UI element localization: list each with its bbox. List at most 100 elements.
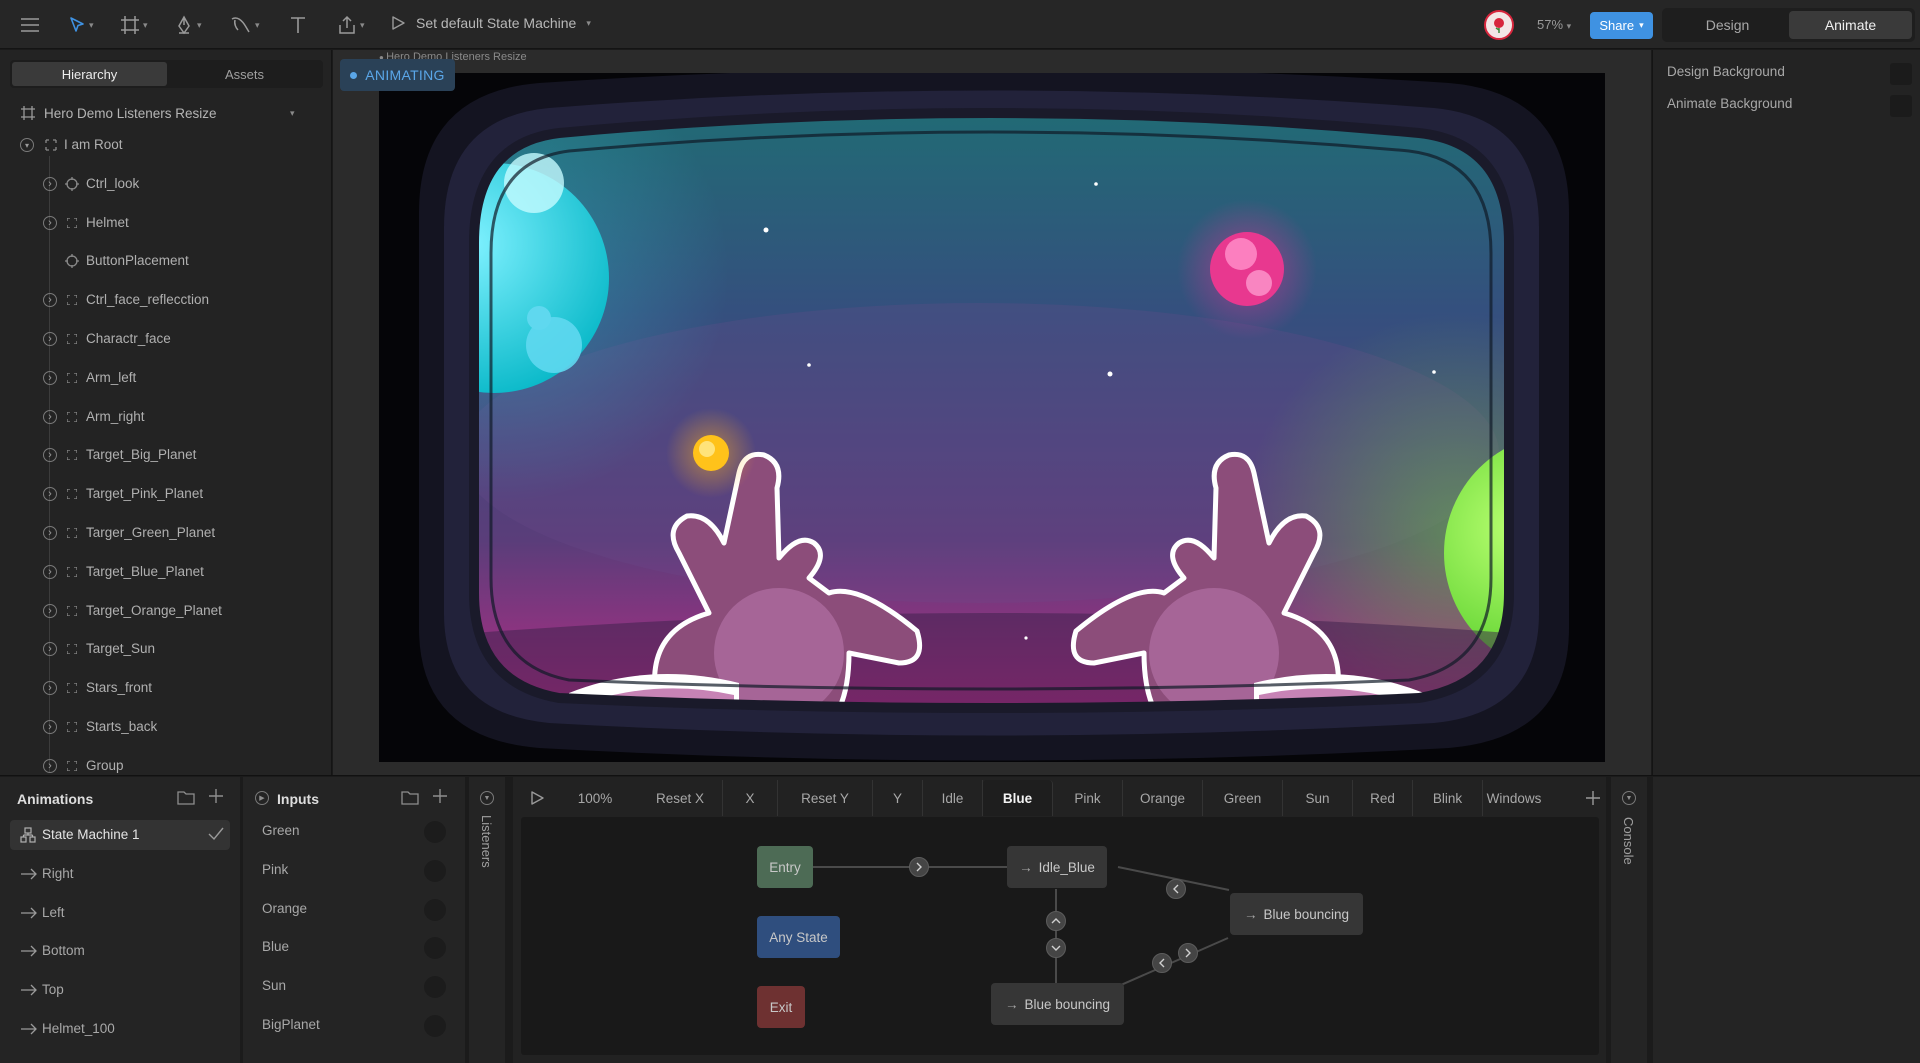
input-toggle[interactable] [424, 1015, 446, 1037]
input-toggle[interactable] [424, 898, 446, 921]
chevron-right-icon[interactable]: › [43, 448, 57, 463]
tree-item[interactable]: › Arm_left [0, 367, 330, 389]
add-layer-icon[interactable] [1585, 790, 1601, 806]
chevron-right-icon[interactable]: › [43, 642, 57, 657]
chevron-right-icon[interactable]: › [43, 293, 57, 308]
design-background-swatch[interactable] [1890, 63, 1912, 85]
input-toggle[interactable] [424, 859, 446, 882]
animation-item[interactable]: Left [10, 898, 230, 928]
animate-mode-tab[interactable]: Animate [1789, 11, 1912, 39]
tree-item[interactable]: › Target_Big_Planet [0, 444, 330, 466]
layer-tab[interactable]: Red [1353, 780, 1413, 816]
console-strip[interactable]: ▼ Console [1611, 777, 1647, 1063]
tree-item[interactable]: › Targer_Green_Planet [0, 522, 330, 544]
idle-blue-node[interactable]: → Idle_Blue [1007, 846, 1107, 888]
artboard[interactable] [379, 73, 1605, 762]
chevron-right-icon[interactable]: › [43, 409, 57, 424]
chevron-right-icon[interactable]: › [43, 526, 57, 540]
design-mode-tab[interactable]: Design [1666, 11, 1789, 39]
input-toggle[interactable] [424, 821, 446, 843]
tree-item[interactable]: › Ctrl_look [0, 173, 330, 195]
chevron-down-icon[interactable]: ▼ [480, 791, 494, 805]
layer-tab[interactable]: Idle [923, 780, 983, 816]
chevron-right-icon[interactable]: › [43, 603, 57, 618]
folder-icon[interactable] [401, 789, 419, 805]
artboard-tool-icon[interactable]: ▾ [120, 13, 148, 37]
chevron-right-icon[interactable]: › [43, 176, 57, 191]
tree-item[interactable]: › Starts_back [0, 716, 330, 738]
transition-up[interactable] [1046, 911, 1066, 931]
chevron-right-icon[interactable]: ▶ [255, 791, 269, 805]
tree-item[interactable]: › Arm_right [0, 406, 330, 428]
tree-item-root[interactable]: ▾ I am Root [0, 134, 330, 156]
entry-node[interactable]: Entry [757, 846, 813, 888]
chevron-left-icon [1173, 884, 1179, 894]
chevron-right-icon[interactable]: › [43, 215, 57, 230]
chevron-right-icon[interactable]: › [43, 370, 57, 385]
transition-bouncing-back-b[interactable] [1178, 943, 1198, 963]
export-icon[interactable]: ▾ [337, 13, 365, 37]
animation-item[interactable]: Top [10, 975, 230, 1005]
folder-icon[interactable] [177, 789, 195, 805]
transition-idle-bouncing[interactable] [1166, 879, 1186, 899]
tree-item[interactable]: › Stars_front [0, 677, 330, 699]
exit-node[interactable]: Exit [757, 986, 805, 1028]
add-icon[interactable] [432, 788, 448, 804]
chevron-right-icon[interactable]: › [43, 758, 57, 773]
layer-tab[interactable]: Windows [1483, 780, 1545, 816]
share-button[interactable]: Share ▾ [1590, 12, 1653, 39]
tree-item[interactable]: › Target_Orange_Planet [0, 600, 330, 622]
tree-item[interactable]: › Charactr_face [0, 328, 330, 350]
brush-tool-icon[interactable]: ▾ [230, 13, 260, 37]
transition-entry-idle[interactable] [909, 857, 929, 877]
layer-tab[interactable]: Sun [1283, 780, 1353, 816]
layer-tab[interactable]: Y [873, 780, 923, 816]
add-icon[interactable] [208, 788, 224, 804]
chevron-down-icon[interactable]: ▾ [20, 138, 34, 152]
menu-icon[interactable] [20, 13, 40, 37]
chevron-right-icon[interactable]: › [43, 332, 57, 346]
group-icon [65, 216, 79, 230]
tree-item[interactable]: › Helmet [0, 212, 330, 234]
transition-bouncing-back-a[interactable] [1152, 953, 1172, 973]
tree-item[interactable]: › Target_Pink_Planet [0, 483, 330, 505]
layer-tab[interactable]: X [723, 780, 778, 816]
layer-tab[interactable]: Pink [1053, 780, 1123, 816]
chevron-right-icon[interactable]: › [43, 681, 57, 696]
chevron-down-icon[interactable]: ▼ [1622, 791, 1636, 805]
animation-item[interactable]: Right [10, 859, 230, 889]
select-tool-icon[interactable]: ▾ [68, 13, 94, 37]
state-machine-item[interactable]: State Machine 1 [10, 820, 230, 850]
tree-item[interactable]: › Target_Blue_Planet [0, 561, 330, 583]
animation-item[interactable]: Helmet_100 [10, 1014, 230, 1044]
layer-tab[interactable]: Orange [1123, 780, 1203, 816]
layer-tab[interactable]: Blue [983, 780, 1053, 816]
blue-bouncing-node[interactable]: → Blue bouncing [1230, 893, 1363, 935]
state-machine-graph[interactable]: Entry Any State Exit → Idle_Blue → Blue … [521, 817, 1599, 1055]
pen-tool-icon[interactable]: ▾ [174, 13, 202, 37]
tree-item[interactable]: › Target_Sun [0, 638, 330, 660]
tree-item[interactable]: › Ctrl_face_reflecction [0, 289, 330, 311]
text-tool-icon[interactable] [288, 13, 308, 37]
chevron-right-icon[interactable]: › [43, 564, 57, 579]
layer-tab[interactable]: Reset X [638, 780, 723, 816]
play-icon[interactable] [529, 790, 545, 806]
listeners-strip[interactable]: ▼ Listeners [469, 777, 505, 1063]
tree-item[interactable]: › Group [0, 755, 330, 773]
chevron-right-icon[interactable]: › [43, 720, 57, 734]
tree-item[interactable]: ButtonPlacement [0, 250, 330, 272]
group-icon [65, 604, 79, 618]
animate-background-swatch[interactable] [1890, 95, 1912, 117]
state-machine-selector[interactable]: Set default State Machine ▾ [390, 15, 591, 31]
avatar[interactable] [1484, 10, 1514, 40]
zoom-level[interactable]: 57% ▾ [1537, 17, 1571, 32]
transition-down[interactable] [1046, 938, 1066, 958]
chevron-right-icon[interactable]: › [43, 487, 57, 502]
animation-item[interactable]: Bottom [10, 936, 230, 966]
layer-tab[interactable]: Blink [1413, 780, 1483, 816]
layer-tab[interactable]: Reset Y [778, 780, 873, 816]
playback-speed[interactable]: 100% [555, 780, 635, 816]
layer-tab[interactable]: Green [1203, 780, 1283, 816]
blue-bouncing-node-2[interactable]: → Blue bouncing [991, 983, 1124, 1025]
any-state-node[interactable]: Any State [757, 916, 840, 958]
